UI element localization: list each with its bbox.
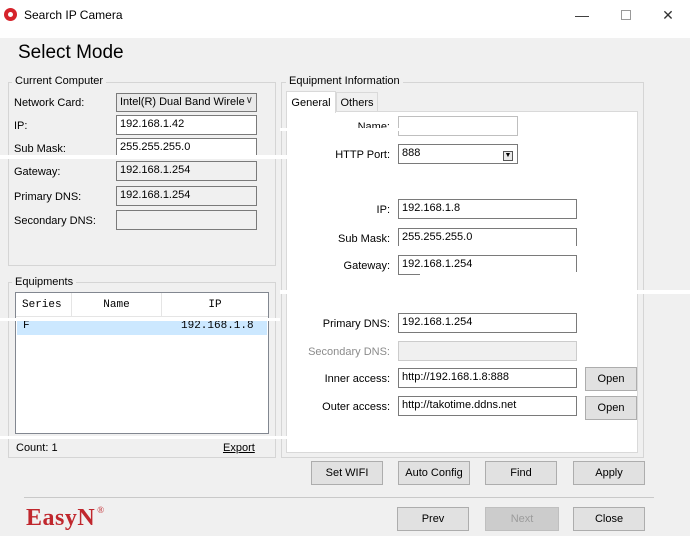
- http-port-label: HTTP Port:: [335, 149, 390, 161]
- tab-others[interactable]: Others: [336, 92, 378, 112]
- window-title: Search IP Camera: [24, 8, 123, 22]
- minimize-icon: —: [575, 7, 589, 23]
- row-ip: 192.168.1.8: [181, 320, 254, 332]
- open-inner-access-button[interactable]: Open: [585, 367, 637, 391]
- maximize-icon: [621, 10, 631, 20]
- computer-primary-dns-field[interactable]: 192.168.1.254: [116, 186, 257, 206]
- device-submask-label: Sub Mask:: [338, 233, 390, 245]
- chevron-down-icon: ∨: [245, 95, 253, 106]
- computer-gateway-label: Gateway:: [14, 166, 61, 178]
- close-button[interactable]: Close: [573, 507, 645, 531]
- device-name-field[interactable]: [398, 116, 518, 136]
- computer-submask-label: Sub Mask:: [14, 143, 66, 155]
- render-glitch: [0, 318, 280, 321]
- outer-access-label: Outer access:: [322, 401, 390, 413]
- render-glitch: [0, 155, 300, 159]
- maximize-button[interactable]: [604, 0, 648, 30]
- tab-general[interactable]: General: [286, 91, 336, 113]
- set-wifi-button[interactable]: Set WIFI: [311, 461, 383, 485]
- device-ip-field[interactable]: 192.168.1.8: [398, 199, 577, 219]
- render-glitch: [280, 290, 690, 294]
- device-secondary-dns-field: [398, 341, 577, 361]
- inner-access-label: Inner access:: [324, 373, 390, 385]
- apply-button[interactable]: Apply: [573, 461, 645, 485]
- device-submask-field[interactable]: 255.255.255.0: [398, 228, 577, 248]
- http-port-field[interactable]: 888 ▼: [398, 144, 518, 164]
- device-name-label: Name:: [357, 121, 390, 133]
- render-glitch: [290, 246, 580, 249]
- prev-button[interactable]: Prev: [397, 507, 469, 531]
- column-name[interactable]: Name: [72, 293, 162, 317]
- device-ip-label: IP:: [376, 204, 390, 216]
- inner-access-field[interactable]: http://192.168.1.8:888: [398, 368, 577, 388]
- device-gateway-label: Gateway:: [343, 260, 390, 272]
- column-ip[interactable]: IP: [162, 293, 268, 317]
- render-glitch: [420, 272, 580, 275]
- equipments-list-header: Series Name IP: [16, 293, 268, 317]
- computer-ip-label: IP:: [14, 120, 28, 132]
- app-icon: [4, 8, 17, 21]
- row-series: F: [23, 320, 30, 332]
- render-glitch: [400, 188, 580, 191]
- device-secondary-dns-label: Secondary DNS:: [308, 346, 390, 358]
- open-outer-access-button[interactable]: Open: [585, 396, 637, 420]
- computer-primary-dns-label: Primary DNS:: [14, 191, 82, 203]
- http-port-value: 888: [402, 147, 421, 159]
- network-card-value: Intel(R) Dual Band Wirele: [120, 96, 245, 108]
- computer-secondary-dns-label: Secondary DNS:: [14, 215, 96, 227]
- equipment-count: Count: 1: [16, 442, 58, 454]
- auto-config-button[interactable]: Auto Config: [398, 461, 470, 485]
- computer-secondary-dns-field[interactable]: [116, 210, 257, 230]
- equipments-list[interactable]: Series Name IP F 192.168.1.8: [15, 292, 269, 434]
- column-series[interactable]: Series: [16, 293, 72, 317]
- outer-access-field[interactable]: http://takotime.ddns.net: [398, 396, 577, 416]
- table-row[interactable]: F 192.168.1.8: [17, 319, 267, 335]
- render-glitch: [0, 30, 690, 38]
- logo-text: EasyN: [26, 505, 96, 531]
- equipment-info-group-label: Equipment Information: [286, 75, 403, 87]
- device-primary-dns-label: Primary DNS:: [322, 318, 390, 330]
- network-card-select[interactable]: Intel(R) Dual Band Wirele ∨: [116, 93, 257, 112]
- footer-separator: [24, 497, 654, 498]
- network-card-label: Network Card:: [14, 97, 85, 109]
- computer-ip-field[interactable]: 192.168.1.42: [116, 115, 257, 135]
- current-computer-group-label: Current Computer: [12, 75, 107, 87]
- minimize-button[interactable]: —: [560, 0, 604, 30]
- easyn-logo: EasyN ®: [26, 505, 105, 532]
- device-primary-dns-field[interactable]: 192.168.1.254: [398, 313, 577, 333]
- export-link[interactable]: Export: [223, 442, 255, 454]
- render-glitch: [0, 436, 300, 439]
- page-title: Select Mode: [18, 42, 124, 63]
- equipments-group-label: Equipments: [12, 276, 77, 288]
- close-icon: ✕: [662, 6, 674, 23]
- next-button: Next: [485, 507, 559, 531]
- logo-registered-mark: ®: [97, 505, 105, 515]
- window-close-button[interactable]: ✕: [646, 0, 690, 30]
- find-button[interactable]: Find: [485, 461, 557, 485]
- computer-gateway-field[interactable]: 192.168.1.254: [116, 161, 257, 181]
- port-spinner-down-icon[interactable]: ▼: [503, 151, 513, 161]
- render-glitch: [280, 128, 410, 131]
